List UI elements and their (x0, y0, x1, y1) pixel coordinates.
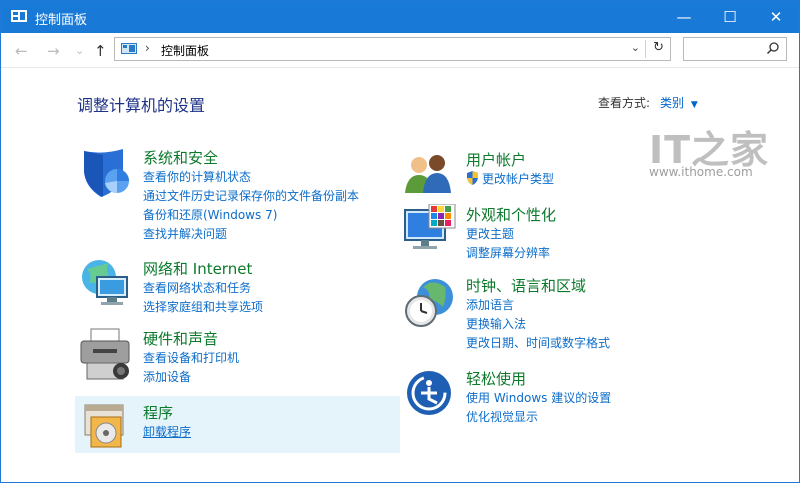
view-by: 查看方式: 类别 ▼ (598, 94, 698, 111)
search-icon (766, 42, 779, 55)
window-title: 控制面板 (35, 13, 88, 28)
category-title[interactable]: 网络和 Internet (143, 259, 263, 279)
watermark: IT之家 www.ithome.com (649, 119, 779, 189)
page-title: 调整计算机的设置 (77, 96, 206, 115)
link-item[interactable]: 优化视觉显示 (466, 408, 611, 427)
category-title[interactable]: 程序 (143, 403, 191, 423)
link-item[interactable]: 使用 Windows 建议的设置 (466, 389, 611, 408)
control-panel-window: 控制面板 — ☐ ✕ ← → ⌄ ↑ › 控制面板 ⌄ ↻ 调整计算机的设置 查… (0, 0, 800, 483)
shield-icon (84, 149, 129, 197)
control-panel-icon (11, 10, 27, 22)
link-item[interactable]: 选择家庭组和共享选项 (143, 298, 263, 317)
category-clock-language-region: 时钟、语言和区域 添加语言 更换输入法 更改日期、时间或数字格式 (466, 276, 610, 353)
refresh-button[interactable]: ↻ (653, 40, 664, 55)
link-item[interactable]: 更改帐户类型 (466, 170, 554, 189)
link-item[interactable]: 通过文件历史记录保存你的文件备份副本 (143, 187, 359, 206)
category-title[interactable]: 系统和安全 (143, 148, 359, 168)
link-item[interactable]: 查看网络状态和任务 (143, 279, 263, 298)
programs-icon (84, 404, 124, 448)
category-title[interactable]: 时钟、语言和区域 (466, 276, 610, 296)
network-icon (82, 260, 128, 305)
link-item[interactable]: 添加设备 (143, 368, 239, 387)
breadcrumb-separator[interactable]: › (145, 41, 150, 55)
clock-globe-icon (405, 279, 453, 327)
link-item[interactable]: 查找并解决问题 (143, 225, 359, 244)
printer-icon (80, 328, 130, 380)
close-button[interactable]: ✕ (753, 1, 799, 33)
forward-button[interactable]: → (47, 42, 60, 60)
appearance-icon (404, 204, 456, 249)
link-item[interactable]: 查看你的计算机状态 (143, 168, 359, 187)
recent-locations-button[interactable]: ⌄ (75, 44, 84, 57)
category-appearance-personalization: 外观和个性化 更改主题 调整屏幕分辨率 (466, 205, 556, 263)
title-bar: 控制面板 — ☐ ✕ (1, 1, 799, 33)
divider (645, 40, 646, 58)
category-title[interactable]: 轻松使用 (466, 369, 611, 389)
link-item[interactable]: 备份和还原(Windows 7) (143, 206, 359, 225)
breadcrumb-control-panel[interactable]: 控制面板 (161, 42, 209, 59)
navigation-bar: ← → ⌄ ↑ › 控制面板 ⌄ ↻ (1, 33, 799, 68)
category-ease-of-access: 轻松使用 使用 Windows 建议的设置 优化视觉显示 (466, 369, 611, 427)
category-title[interactable]: 硬件和声音 (143, 329, 239, 349)
category-title[interactable]: 外观和个性化 (466, 205, 556, 225)
ease-of-access-icon (407, 371, 451, 415)
category-programs: 程序 卸载程序 (143, 403, 191, 442)
view-by-dropdown[interactable]: 类别 (660, 96, 684, 110)
watermark-url: www.ithome.com (649, 165, 753, 179)
control-panel-icon (121, 43, 137, 54)
link-text[interactable]: 更改帐户类型 (482, 172, 554, 186)
category-system-security: 系统和安全 查看你的计算机状态 通过文件历史记录保存你的文件备份副本 备份和还原… (143, 148, 359, 244)
minimize-button[interactable]: — (661, 1, 707, 33)
link-item[interactable]: 卸载程序 (143, 423, 191, 442)
back-button[interactable]: ← (15, 42, 28, 60)
category-network-internet: 网络和 Internet 查看网络状态和任务 选择家庭组和共享选项 (143, 259, 263, 317)
address-bar[interactable]: › 控制面板 ⌄ ↻ (114, 37, 671, 61)
link-item[interactable]: 调整屏幕分辨率 (466, 244, 556, 263)
link-item[interactable]: 更换输入法 (466, 315, 610, 334)
search-box[interactable] (683, 37, 787, 61)
chevron-down-icon[interactable]: ▼ (691, 100, 698, 110)
up-button[interactable]: ↑ (94, 42, 107, 60)
view-by-label: 查看方式: (598, 96, 651, 110)
link-item[interactable]: 添加语言 (466, 296, 610, 315)
users-icon (405, 155, 451, 193)
category-user-accounts: 用户帐户 更改帐户类型 (466, 150, 554, 189)
link-item[interactable]: 查看设备和打印机 (143, 349, 239, 368)
address-dropdown-button[interactable]: ⌄ (631, 41, 640, 54)
link-item[interactable]: 更改主题 (466, 225, 556, 244)
link-item[interactable]: 更改日期、时间或数字格式 (466, 334, 610, 353)
maximize-button[interactable]: ☐ (707, 1, 753, 33)
category-title[interactable]: 用户帐户 (466, 150, 554, 170)
uac-shield-icon (467, 171, 478, 185)
category-hardware-sound: 硬件和声音 查看设备和打印机 添加设备 (143, 329, 239, 387)
